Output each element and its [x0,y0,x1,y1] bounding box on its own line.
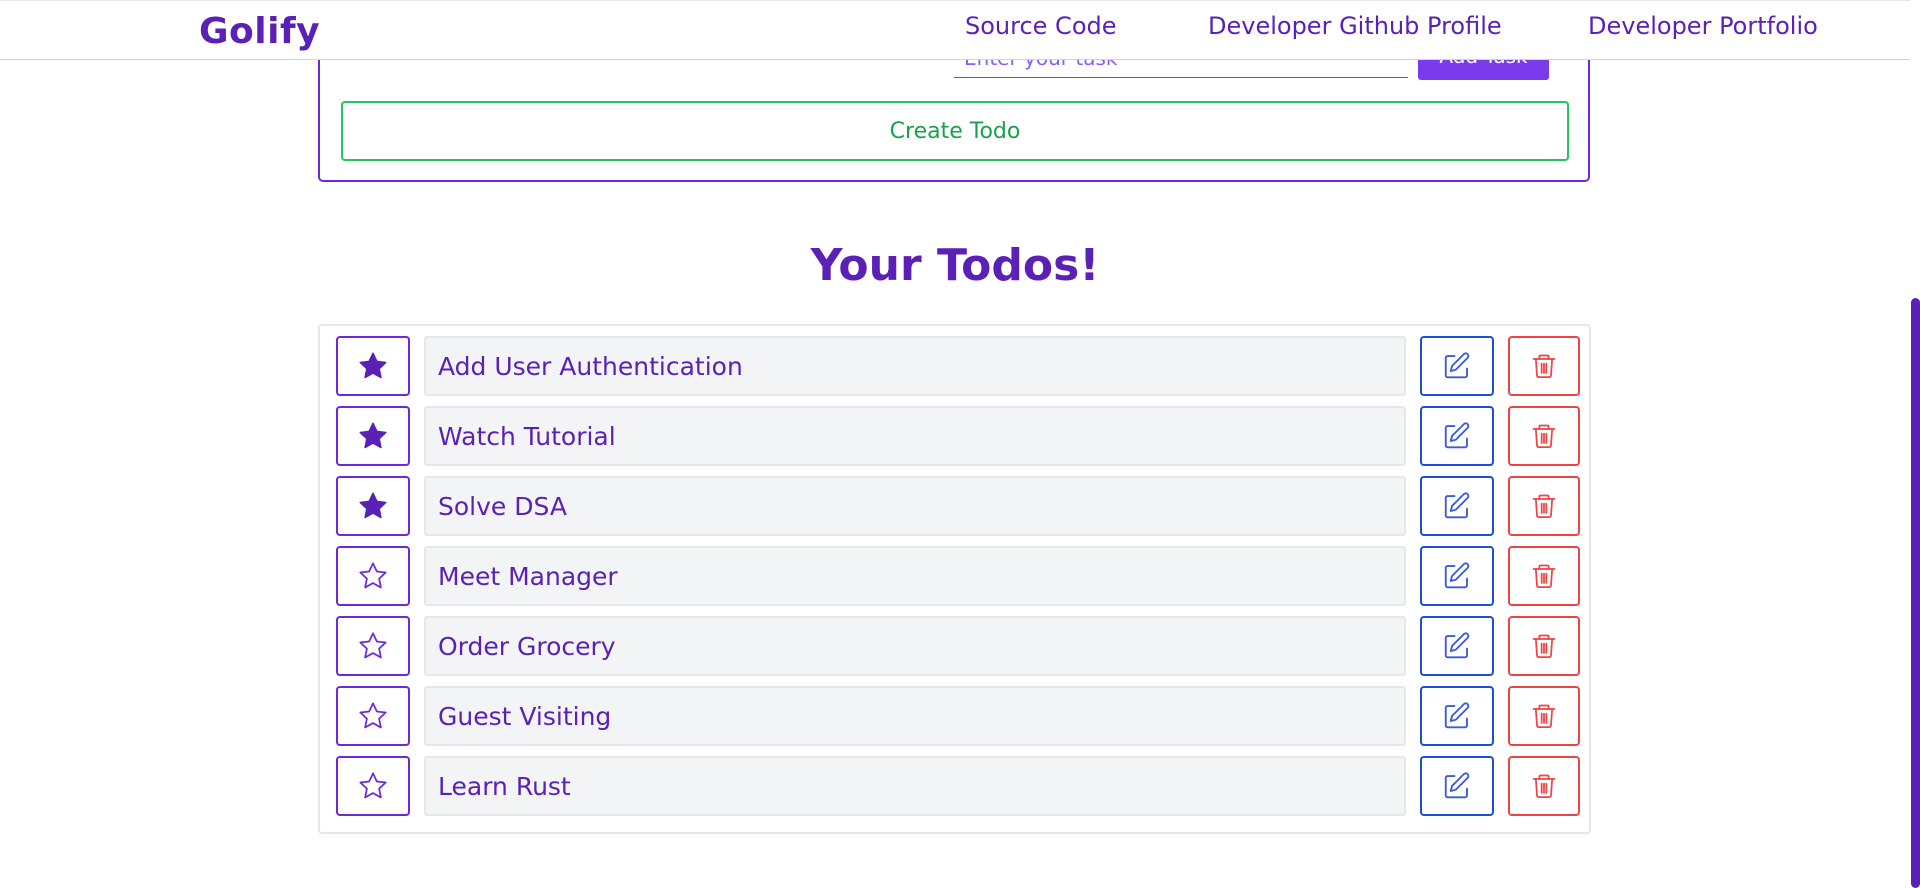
edit-icon [1442,421,1472,451]
navbar: Golify Source Code Developer Github Prof… [0,0,1910,60]
nav-link-source-code[interactable]: Source Code [965,12,1117,40]
trash-icon [1530,771,1558,801]
edit-button[interactable] [1420,476,1494,536]
todo-text: Learn Rust [424,756,1406,816]
todo-row: Watch Tutorial [0,405,1920,467]
page: Add Task Create Todo Golify Source Code … [0,0,1920,888]
todo-row: Solve DSA [0,475,1920,537]
star-button-filled[interactable] [336,336,410,396]
edit-button[interactable] [1420,406,1494,466]
star-icon [357,630,389,662]
edit-button[interactable] [1420,546,1494,606]
star-icon [357,560,389,592]
edit-button[interactable] [1420,336,1494,396]
edit-button[interactable] [1420,686,1494,746]
star-button[interactable] [336,686,410,746]
todo-text: Add User Authentication [424,336,1406,396]
trash-icon [1530,491,1558,521]
star-button-filled[interactable] [336,476,410,536]
star-icon [357,770,389,802]
star-button[interactable] [336,616,410,676]
delete-button[interactable] [1508,686,1580,746]
todo-text: Watch Tutorial [424,406,1406,466]
todo-row: Guest Visiting [0,685,1920,747]
todo-row: Order Grocery [0,615,1920,677]
trash-icon [1530,701,1558,731]
todos-title: Your Todos! [810,240,1100,291]
todo-text: Order Grocery [424,616,1406,676]
edit-icon [1442,351,1472,381]
trash-icon [1530,351,1558,381]
todo-row: Meet Manager [0,545,1920,607]
star-button[interactable] [336,546,410,606]
delete-button[interactable] [1508,336,1580,396]
delete-button[interactable] [1508,546,1580,606]
edit-icon [1442,631,1472,661]
star-icon [357,700,389,732]
todo-row: Add User Authentication [0,335,1920,397]
delete-button[interactable] [1508,476,1580,536]
star-icon [357,350,389,382]
todo-text: Meet Manager [424,546,1406,606]
trash-icon [1530,561,1558,591]
todo-text: Solve DSA [424,476,1406,536]
edit-button[interactable] [1420,756,1494,816]
todo-text: Guest Visiting [424,686,1406,746]
edit-icon [1442,771,1472,801]
create-todo-button[interactable]: Create Todo [341,101,1569,161]
star-button-filled[interactable] [336,406,410,466]
brand-logo[interactable]: Golify [199,11,320,52]
edit-icon [1442,561,1472,591]
star-icon [357,490,389,522]
edit-icon [1442,491,1472,521]
trash-icon [1530,631,1558,661]
star-icon [357,420,389,452]
todo-row: Learn Rust [0,755,1920,817]
star-button[interactable] [336,756,410,816]
delete-button[interactable] [1508,616,1580,676]
edit-icon [1442,701,1472,731]
nav-link-portfolio[interactable]: Developer Portfolio [1588,12,1818,40]
nav-link-github-profile[interactable]: Developer Github Profile [1208,12,1502,40]
delete-button[interactable] [1508,406,1580,466]
edit-button[interactable] [1420,616,1494,676]
trash-icon [1530,421,1558,451]
delete-button[interactable] [1508,756,1580,816]
